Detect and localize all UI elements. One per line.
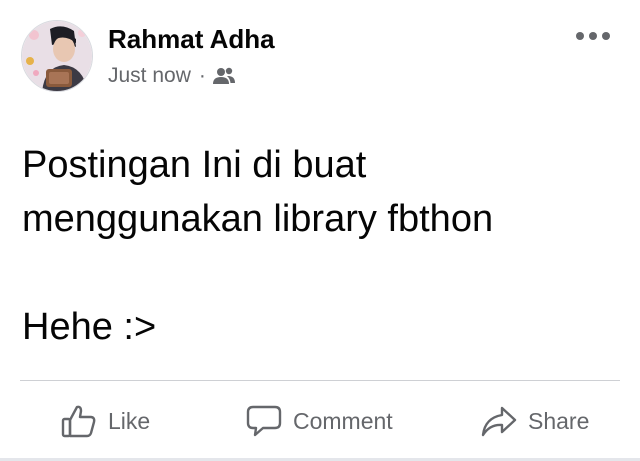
- share-label: Share: [528, 407, 590, 434]
- profile-photo-icon: [22, 21, 92, 91]
- more-dot-icon: [589, 32, 597, 40]
- action-bar: Like Comment Share: [0, 393, 640, 449]
- post-text: Postingan Ini di buat menggunakan librar…: [22, 144, 494, 348]
- more-dot-icon: [576, 32, 584, 40]
- share-arrow-icon: [481, 406, 517, 437]
- comment-button[interactable]: Comment: [245, 393, 393, 449]
- post-meta: Just now ·: [108, 62, 235, 90]
- meta-separator: ·: [198, 64, 206, 87]
- author-name[interactable]: Rahmat Adha: [108, 22, 275, 56]
- more-options-button[interactable]: [576, 26, 610, 46]
- post-card: Rahmat Adha Just now · Postingan Ini di …: [0, 0, 640, 461]
- timestamp[interactable]: Just now: [108, 62, 191, 90]
- comment-label: Comment: [293, 407, 393, 434]
- share-button[interactable]: Share: [480, 393, 589, 449]
- like-label: Like: [108, 407, 151, 434]
- avatar[interactable]: [21, 20, 93, 92]
- friends-icon[interactable]: [212, 66, 235, 86]
- divider: [20, 380, 620, 381]
- comment-bubble-icon: [246, 405, 282, 437]
- like-button[interactable]: Like: [60, 393, 150, 449]
- thumbs-up-icon: [61, 405, 96, 438]
- more-dot-icon: [602, 32, 610, 40]
